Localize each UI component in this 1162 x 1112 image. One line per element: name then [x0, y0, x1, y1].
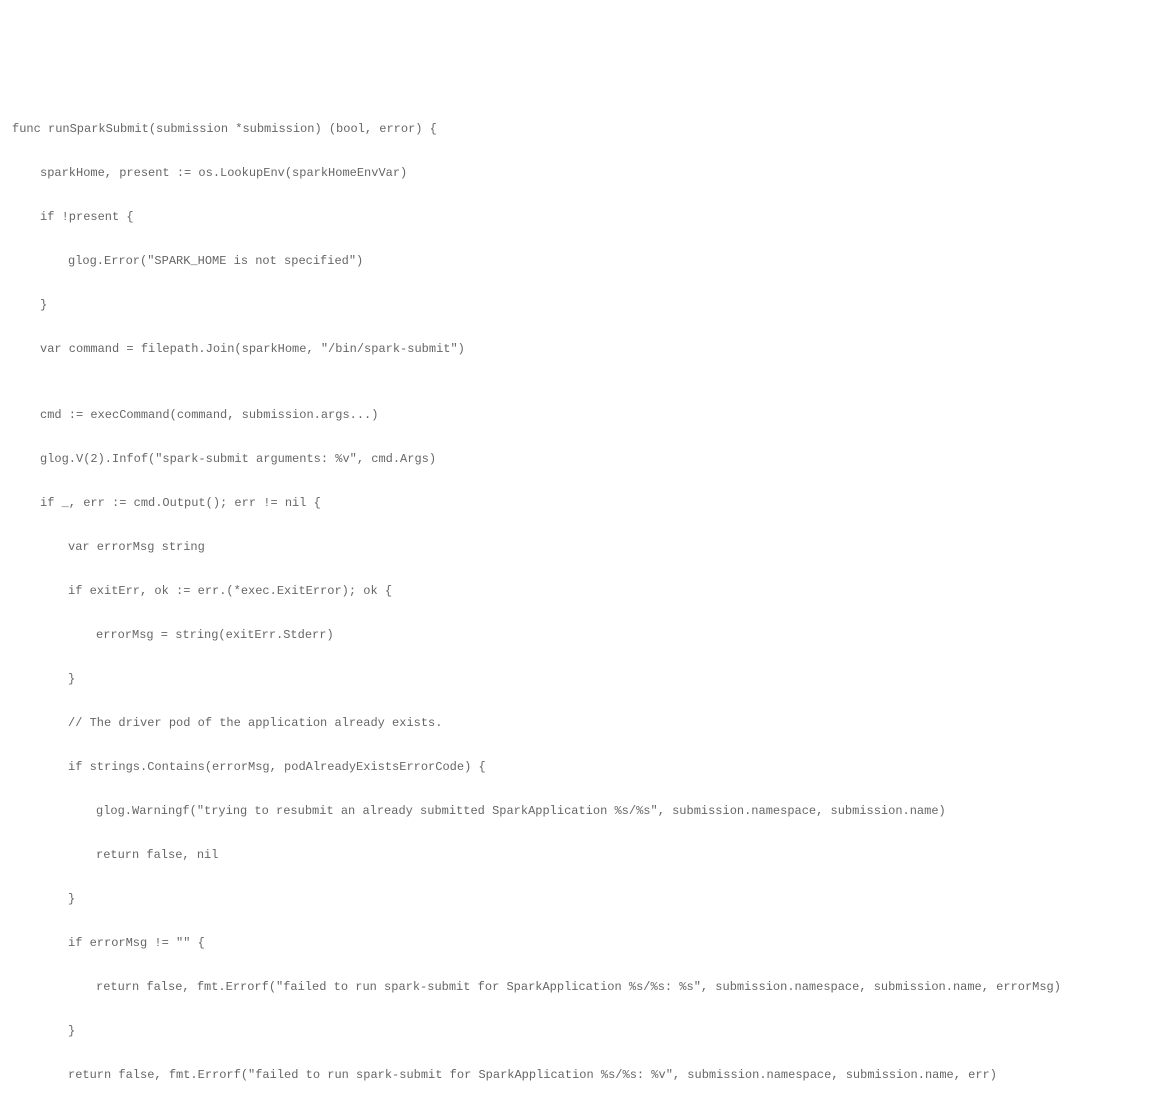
code-line: glog.V(2).Infof("spark-submit arguments:… — [12, 448, 1150, 470]
code-line: // The driver pod of the application alr… — [12, 712, 1150, 734]
code-line: if strings.Contains(errorMsg, podAlready… — [12, 756, 1150, 778]
code-line: var errorMsg string — [12, 536, 1150, 558]
code-line: if errorMsg != "" { — [12, 932, 1150, 954]
code-line: sparkHome, present := os.LookupEnv(spark… — [12, 162, 1150, 184]
code-line: func runSparkSubmit(submission *submissi… — [12, 118, 1150, 140]
code-line: return false, fmt.Errorf("failed to run … — [12, 976, 1150, 998]
code-line: glog.Warningf("trying to resubmit an alr… — [12, 800, 1150, 822]
code-line: } — [12, 1108, 1150, 1112]
code-line: } — [12, 888, 1150, 910]
code-line: return false, nil — [12, 844, 1150, 866]
code-line: return false, fmt.Errorf("failed to run … — [12, 1064, 1150, 1086]
code-line: } — [12, 668, 1150, 690]
code-line: errorMsg = string(exitErr.Stderr) — [12, 624, 1150, 646]
code-line: cmd := execCommand(command, submission.a… — [12, 404, 1150, 426]
code-block: func runSparkSubmit(submission *submissi… — [12, 96, 1150, 1112]
code-line: glog.Error("SPARK_HOME is not specified"… — [12, 250, 1150, 272]
code-line: if _, err := cmd.Output(); err != nil { — [12, 492, 1150, 514]
code-line: } — [12, 294, 1150, 316]
code-line: var command = filepath.Join(sparkHome, "… — [12, 338, 1150, 360]
code-line: if exitErr, ok := err.(*exec.ExitError);… — [12, 580, 1150, 602]
code-line: } — [12, 1020, 1150, 1042]
code-line: if !present { — [12, 206, 1150, 228]
